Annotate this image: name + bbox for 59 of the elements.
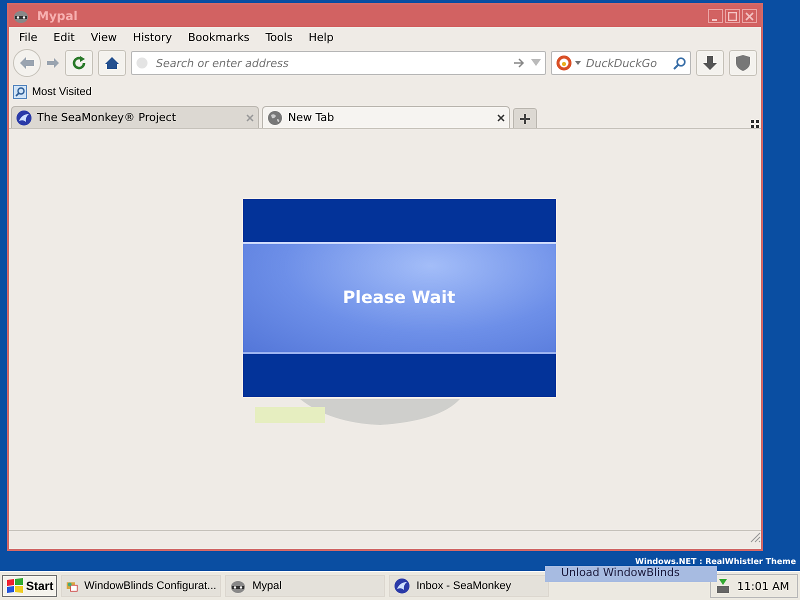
menu-item[interactable]: Bookmarks: [180, 31, 258, 44]
arrow-icon: [19, 56, 35, 70]
caret-icon: [575, 61, 581, 65]
search-bar[interactable]: DuckDuckGo: [551, 51, 691, 75]
window-title: Mypal: [37, 9, 79, 23]
menu-item[interactable]: Edit: [45, 31, 83, 44]
down-arrow-icon: [703, 56, 717, 70]
reload-button[interactable]: [65, 50, 93, 76]
seamonkey-icon: [394, 578, 410, 594]
back-button[interactable]: [13, 49, 41, 77]
download-button[interactable]: [696, 50, 724, 76]
home-button[interactable]: [98, 50, 126, 76]
raccoon-icon: [13, 8, 29, 24]
start-button[interactable]: Start: [2, 575, 58, 597]
tooltip: Unload WindowBlinds: [545, 566, 717, 582]
tab-label: The SeaMonkey® Project: [37, 111, 178, 124]
forward-icon[interactable]: [46, 57, 60, 69]
address-bar[interactable]: Search or enter address: [131, 51, 546, 75]
menu-item[interactable]: Help: [300, 31, 342, 44]
tab-label: New Tab: [288, 111, 336, 124]
raccoon-icon: [230, 578, 246, 594]
windows-logo-icon: [6, 578, 24, 594]
taskbar-button[interactable]: Mypal: [225, 575, 386, 597]
minimize-button[interactable]: [708, 9, 723, 23]
bookmark-button[interactable]: Most Visited: [11, 85, 94, 99]
search-page-icon: [13, 85, 27, 99]
clock: 11:01 AM: [737, 580, 790, 592]
shield-button[interactable]: [729, 50, 757, 76]
tab[interactable]: New Tab: [262, 106, 510, 128]
go-arrow-icon[interactable]: [513, 58, 525, 68]
close-button[interactable]: [742, 9, 757, 23]
maximize-button[interactable]: [725, 9, 740, 23]
address-field[interactable]: Search or enter address: [154, 56, 507, 70]
seamonkey-icon: [16, 110, 32, 126]
menu-item[interactable]: History: [124, 31, 180, 44]
globe-icon: [136, 57, 148, 69]
taskbar-button[interactable]: WindowBlinds Configurat...: [61, 575, 222, 597]
tab[interactable]: The SeaMonkey® Project: [11, 106, 259, 128]
globe-icon: [267, 110, 283, 126]
menu-item[interactable]: Tools: [257, 31, 301, 44]
wait-message: Please Wait: [342, 288, 456, 308]
search-field[interactable]: DuckDuckGo: [584, 56, 670, 70]
plus-icon: [520, 114, 530, 124]
network-icon[interactable]: [715, 578, 731, 594]
maximize-icon[interactable]: [728, 12, 737, 20]
resize-grip-icon[interactable]: [749, 531, 761, 543]
home-icon: [104, 56, 120, 70]
taskbar-button[interactable]: Inbox - SeaMonkey: [389, 575, 550, 597]
duck-icon[interactable]: [556, 55, 572, 71]
grid-icon[interactable]: [751, 120, 759, 128]
menu-item[interactable]: View: [82, 31, 125, 44]
new-tab-button[interactable]: [513, 108, 537, 128]
shield-icon: [736, 55, 750, 71]
dropdown-icon[interactable]: [531, 59, 541, 67]
close-icon[interactable]: [497, 114, 505, 122]
menu-item[interactable]: File: [11, 31, 46, 44]
search-icon[interactable]: [673, 56, 686, 70]
desktop-caption: Windows.NET : RealWhistler Theme: [635, 557, 796, 566]
reload-icon: [72, 56, 86, 70]
